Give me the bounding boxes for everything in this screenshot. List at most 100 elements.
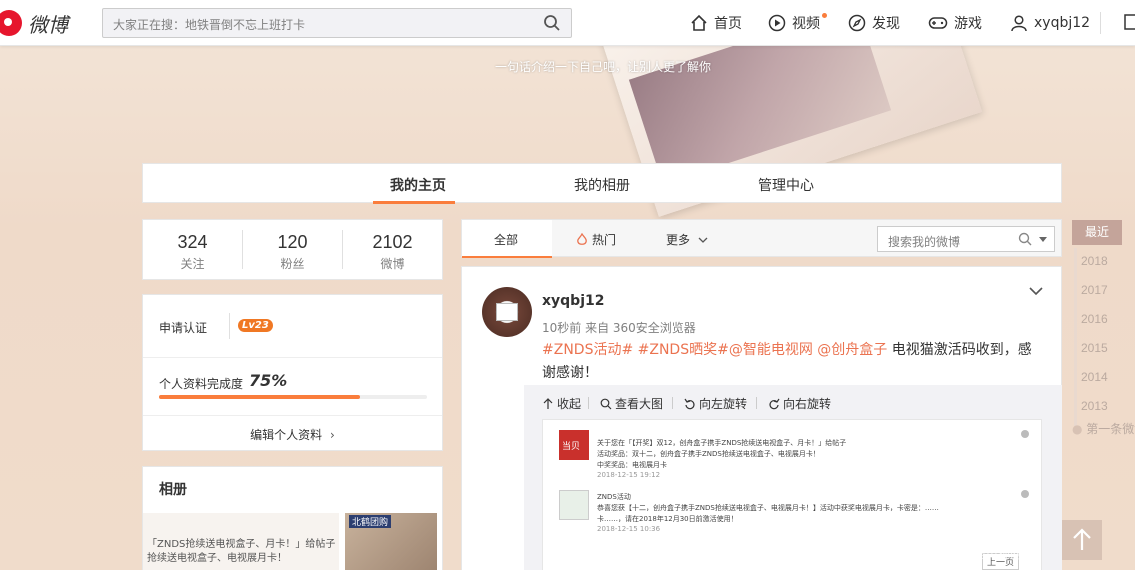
dropdown-arrow-icon[interactable] <box>1038 237 1048 243</box>
arrow-up-icon <box>543 397 553 409</box>
level-badge[interactable]: Lv23 <box>238 319 273 332</box>
profile-completion-bar <box>159 395 427 399</box>
profile-completion-percent: 75% <box>249 371 288 390</box>
weibo-count[interactable]: 2102 微博 <box>342 230 442 271</box>
gear-icon <box>1021 490 1029 498</box>
nav-discover[interactable]: 发现 <box>848 12 900 34</box>
znds-logo <box>559 490 589 520</box>
collapse-label: 收起 <box>557 397 582 411</box>
active-tab-indicator <box>373 201 455 204</box>
search-placeholder: 大家正在搜：地铁晋倒不忘上班打卡 <box>113 18 306 32</box>
logo-text: 微博 <box>28 12 68 37</box>
screenshot-text: 中奖奖品：电视展月卡 <box>597 461 667 469</box>
edit-profile-link[interactable]: 编辑个人资料 › <box>143 426 442 443</box>
timeline-year-2015[interactable]: 2015 <box>1081 341 1108 355</box>
watermark: @智能电视网 <box>950 547 1023 561</box>
search-icon[interactable] <box>1018 232 1032 246</box>
nav-home[interactable]: 首页 <box>690 12 742 34</box>
divider <box>588 397 589 409</box>
followers-count-label: 粉丝 <box>280 257 305 271</box>
view-large-button[interactable]: 查看大图 <box>600 395 663 412</box>
followers-count[interactable]: 120 粉丝 <box>242 230 342 271</box>
post-topic-tags[interactable]: #ZNDS活动# #ZNDS晒奖#@智能电视网 @创舟盒子 <box>542 342 887 358</box>
nav-user-label: xyqbj12 <box>1034 15 1091 31</box>
edit-profile-label: 编辑个人资料 <box>250 428 323 442</box>
zoom-icon <box>600 398 612 409</box>
screenshot-text: 恭喜您获【十二，创舟盒子携手ZNDS抢续送电视盒子、电视展月卡！】活动中获奖电视… <box>597 504 939 512</box>
following-count-label: 关注 <box>180 257 205 271</box>
collapse-button[interactable]: 收起 <box>542 395 581 412</box>
following-count[interactable]: 324 关注 <box>143 220 242 279</box>
timeline-year-2014[interactable]: 2014 <box>1081 370 1108 384</box>
timeline-year-2013[interactable]: 2013 <box>1081 399 1108 413</box>
nav-game[interactable]: 游戏 <box>928 12 982 34</box>
tab-my-album[interactable]: 我的相册 <box>574 175 630 195</box>
user-icon <box>1011 15 1027 32</box>
timeline-year-2018[interactable]: 2018 <box>1081 254 1108 268</box>
nav-user[interactable]: xyqbj12 <box>1010 12 1090 34</box>
gamepad-icon <box>928 17 948 29</box>
screenshot-text: 2018-12-15 10:36 <box>597 525 661 533</box>
post-author-name[interactable]: xyqbj12 <box>542 293 604 309</box>
timeline-recent[interactable]: 最近 <box>1072 220 1122 245</box>
follow-counts-card: 324 关注 120 粉丝 2102 微博 <box>142 219 443 280</box>
nav-video[interactable]: 视频 <box>768 12 827 34</box>
timeline-line <box>1074 248 1077 426</box>
avatar[interactable] <box>482 287 532 337</box>
thumbnail-text-line: 抢续送电视盒子、电视展月卡！ <box>147 553 287 564</box>
rotate-right-label: 向右旋转 <box>783 397 832 411</box>
dangbei-logo: 当贝 <box>559 430 589 460</box>
edit-icon[interactable] <box>1124 14 1135 30</box>
top-nav-bar: 微博 大家正在搜：地铁晋倒不忘上班打卡 首页 视频 发现 游戏 xyqbj12 <box>0 0 1135 46</box>
chevron-right-icon: › <box>330 428 335 442</box>
album-title[interactable]: 相册 <box>159 479 187 499</box>
tab-manage-center[interactable]: 管理中心 <box>758 175 814 195</box>
filter-hot-label: 热门 <box>592 233 617 247</box>
screenshot-message-row: ZNDS活动 恭喜您获【十二，创舟盒子携手ZNDS抢续送电视盒子、电视展月卡！】… <box>559 490 1029 540</box>
nav-video-label: 视频 <box>792 16 820 32</box>
divider <box>756 397 757 409</box>
timeline-year-2017[interactable]: 2017 <box>1081 283 1108 297</box>
avatar-image <box>496 303 518 321</box>
album-thumbnail[interactable]: 北鹤团购 <box>345 513 437 570</box>
nav-divider <box>1100 12 1101 34</box>
rotate-left-button[interactable]: 向左旋转 <box>684 395 747 412</box>
weibo-post: xyqbj12 10秒前 来自 360安全浏览器 #ZNDS活动# #ZNDS晒… <box>461 266 1062 570</box>
nav-discover-label: 发现 <box>872 16 900 32</box>
chevron-down-icon[interactable] <box>1029 287 1043 296</box>
timeline-year-2016[interactable]: 2016 <box>1081 312 1108 326</box>
followers-count-number: 120 <box>277 232 308 252</box>
album-card: 相册 「ZNDS抢续送电视盒子、月卡！」给帖子 抢续送电视盒子、电视展月卡！ 北… <box>142 466 443 570</box>
nav-game-label: 游戏 <box>954 16 982 32</box>
feed-filter-bar: 全部 热门 更多 搜索我的微博 <box>461 219 1062 258</box>
back-to-top-button[interactable] <box>1062 520 1102 560</box>
timeline-first-weibo[interactable]: ● 第一条微博 <box>1072 420 1135 437</box>
global-search-input[interactable]: 大家正在搜：地铁晋倒不忘上班打卡 <box>102 8 572 38</box>
profile-tab-bar: 我的主页 我的相册 管理中心 <box>142 163 1062 204</box>
view-large-label: 查看大图 <box>615 397 664 411</box>
timeline-first-label: 第一条微博 <box>1086 422 1135 436</box>
profile-card: 申请认证 Lv23 个人资料完成度 75% 编辑个人资料 › <box>142 294 443 451</box>
profile-completion-label: 个人资料完成度 <box>159 377 244 391</box>
profile-intro[interactable]: 一句话介绍一下自己吧，让别人更了解你 <box>495 58 711 75</box>
divider <box>229 313 230 339</box>
screenshot-text: 活动奖品：双十二，创舟盒子携手ZNDS抢续送电视盒子、电视展月卡！ <box>597 450 820 458</box>
screenshot-text: 2018-12-15 19:12 <box>597 471 661 479</box>
thumbnail-text-line: 「ZNDS抢续送电视盒子、月卡！」给帖子 <box>147 539 336 550</box>
filter-more-dropdown[interactable]: 更多 <box>666 231 708 248</box>
weibo-logo[interactable]: 微博 <box>0 8 80 38</box>
filter-all-tab[interactable]: 全部 <box>494 231 518 248</box>
filter-hot-tab[interactable]: 热门 <box>576 231 616 248</box>
my-weibo-search-input[interactable]: 搜索我的微博 <box>877 226 1055 252</box>
rotate-right-button[interactable]: 向右旋转 <box>768 395 831 412</box>
apply-verification-link[interactable]: 申请认证 <box>159 319 207 336</box>
album-thumbnail[interactable]: 「ZNDS抢续送电视盒子、月卡！」给帖子 抢续送电视盒子、电视展月卡！ <box>143 513 339 570</box>
tab-my-home[interactable]: 我的主页 <box>390 175 446 195</box>
rotate-right-icon <box>769 398 780 409</box>
notification-dot <box>822 13 827 18</box>
divider <box>143 357 442 358</box>
search-icon[interactable] <box>543 14 561 32</box>
screenshot-text: ZNDS活动 <box>597 493 631 501</box>
arrow-up-icon <box>1073 528 1091 550</box>
divider <box>143 415 442 416</box>
